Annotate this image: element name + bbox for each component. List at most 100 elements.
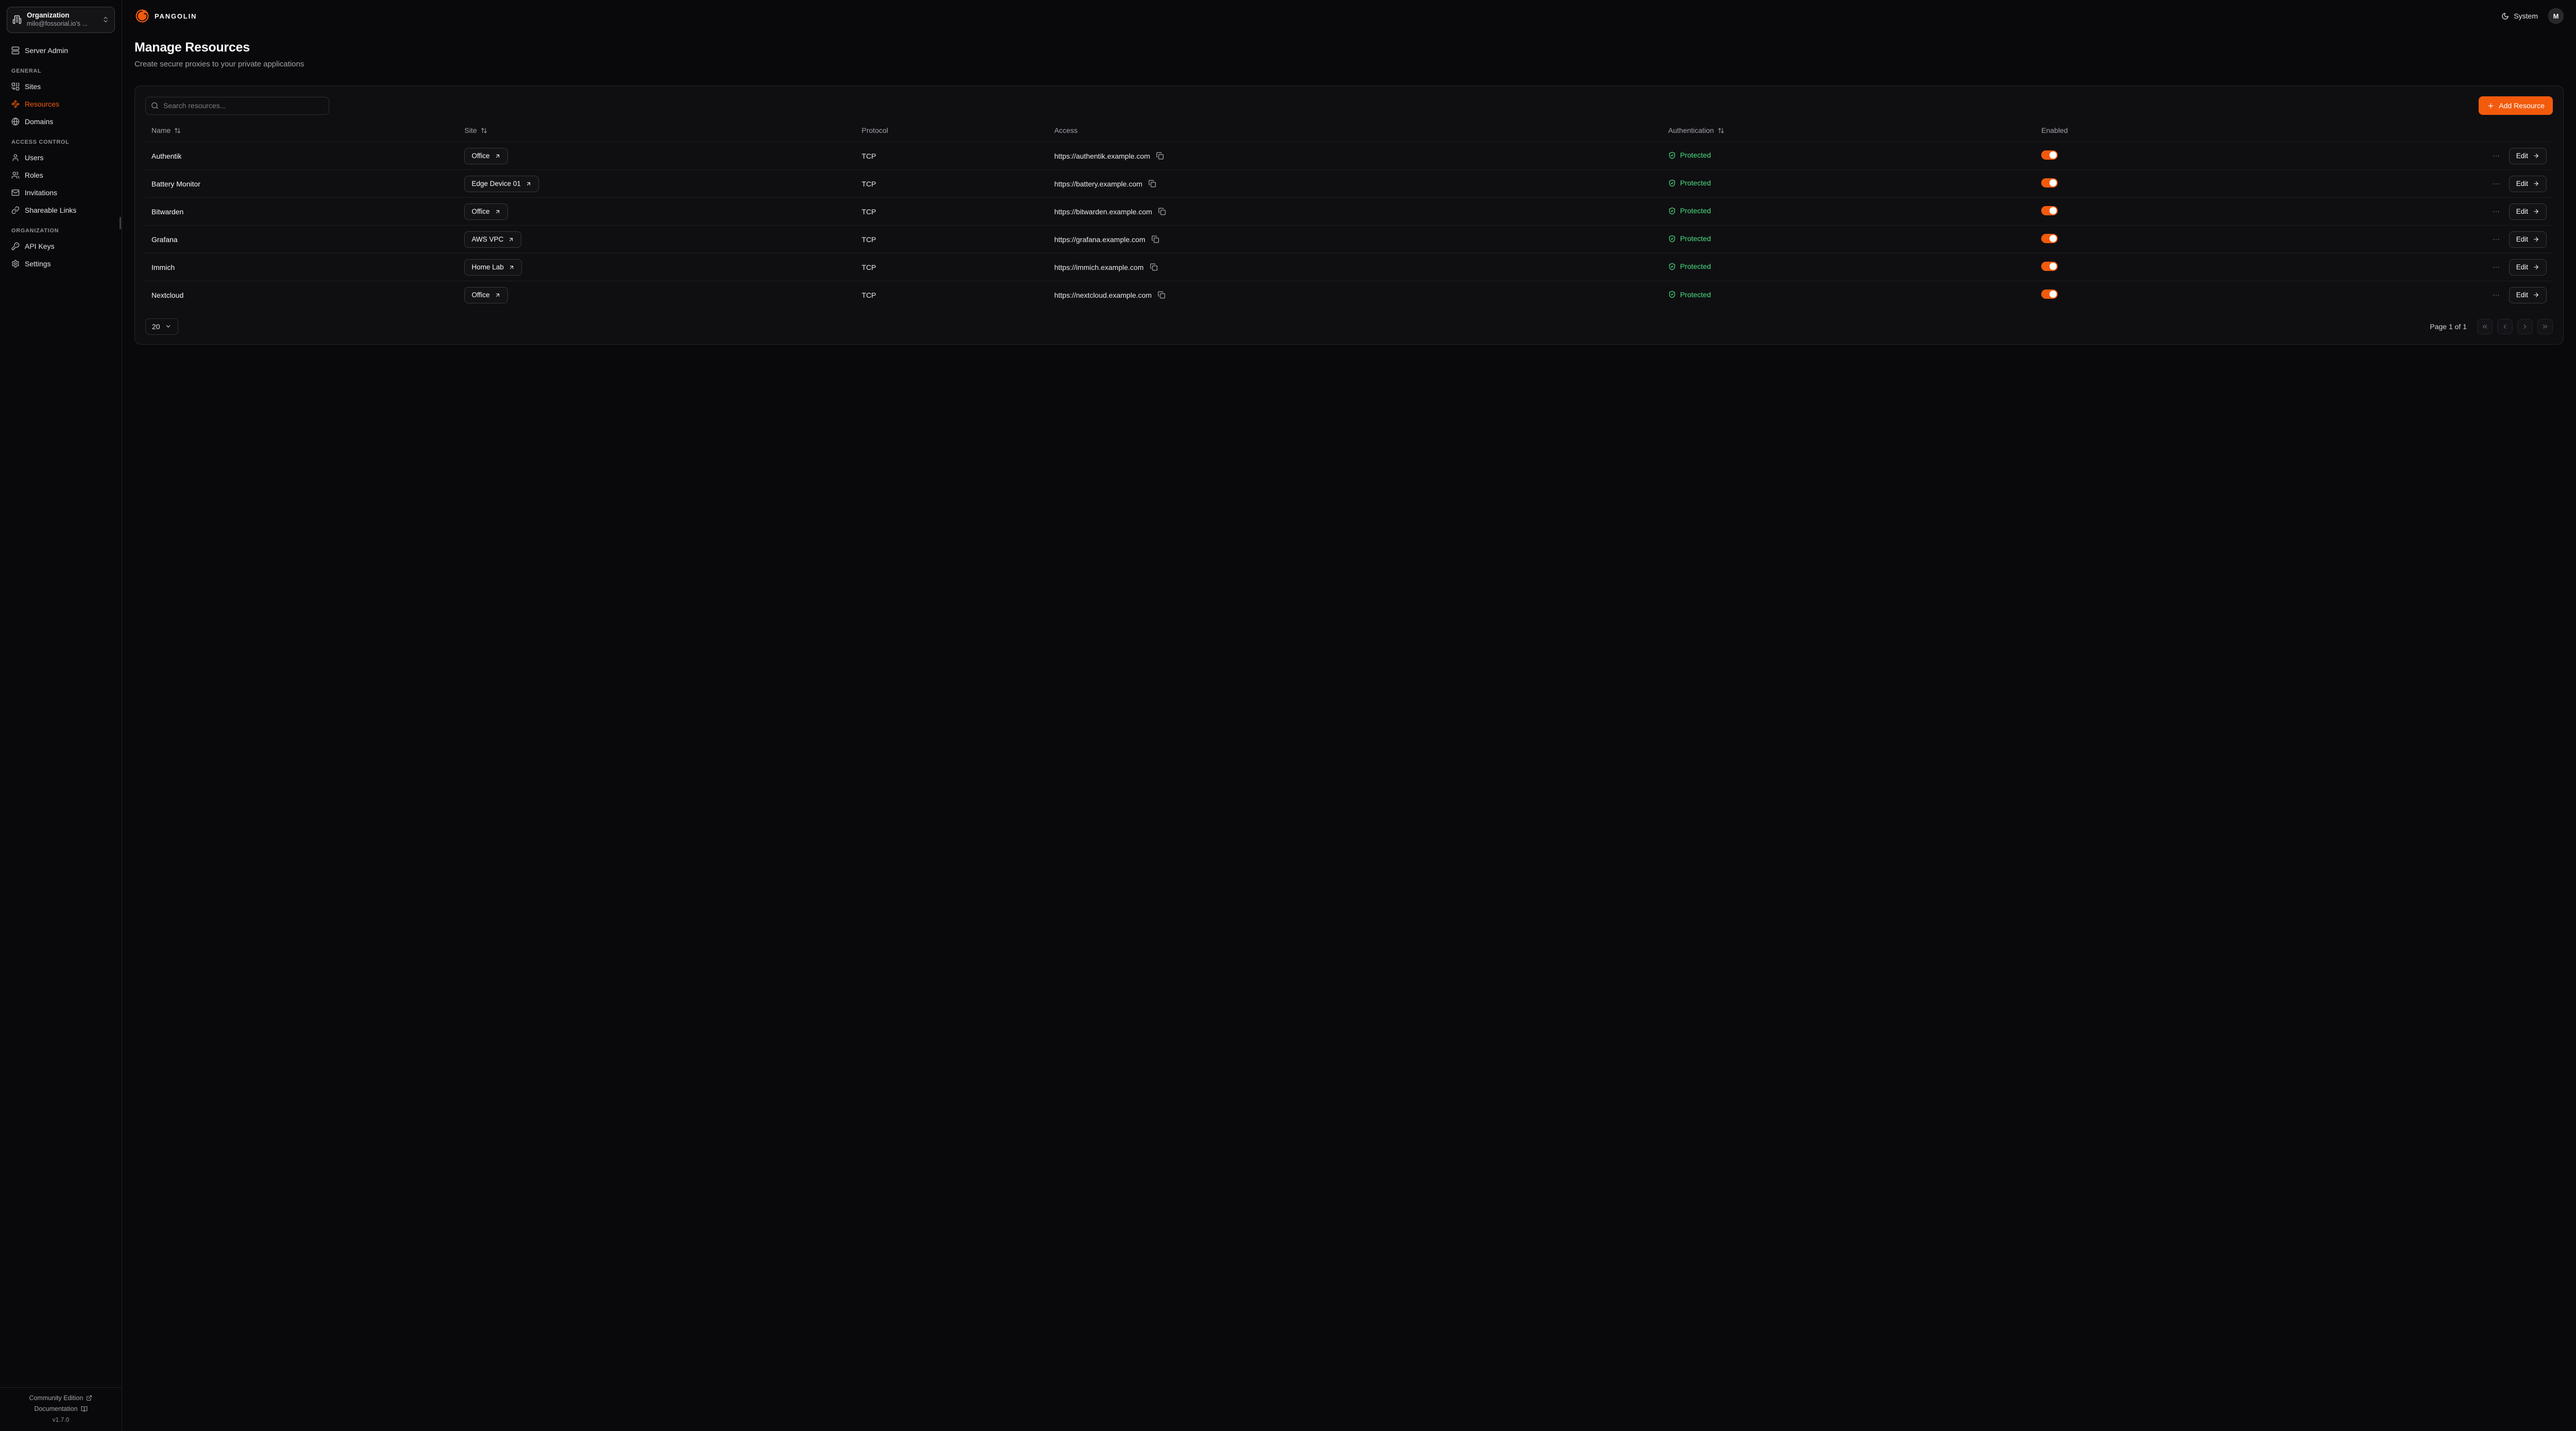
sidebar-item-settings[interactable]: Settings: [7, 255, 115, 272]
ellipsis-icon: [2492, 263, 2500, 271]
next-page-button[interactable]: [2517, 319, 2533, 334]
row-menu-button[interactable]: [2491, 261, 2501, 274]
row-menu-button[interactable]: [2491, 233, 2501, 246]
first-page-button[interactable]: [2477, 319, 2493, 334]
col-authentication: Authentication: [1662, 121, 2035, 142]
page-info: Page 1 of 1: [2430, 322, 2467, 331]
sort-by-name-button[interactable]: Name: [151, 126, 181, 134]
sidebar-item-invitations[interactable]: Invitations: [7, 184, 115, 201]
site-name: Office: [471, 208, 489, 215]
sidebar-item-api-keys[interactable]: API Keys: [7, 238, 115, 254]
resource-protocol: TCP: [856, 198, 1048, 226]
resource-protocol: TCP: [856, 226, 1048, 253]
auth-status-badge: Protected: [1668, 179, 1711, 187]
enabled-toggle[interactable]: [2041, 262, 2058, 271]
edit-button[interactable]: Edit: [2509, 287, 2547, 303]
edit-button[interactable]: Edit: [2509, 203, 2547, 220]
site-link-button[interactable]: AWS VPC: [464, 231, 521, 248]
documentation-link[interactable]: Documentation: [34, 1405, 87, 1412]
last-page-button[interactable]: [2537, 319, 2553, 334]
sidebar-item-sites[interactable]: Sites: [7, 78, 115, 95]
ellipsis-icon: [2492, 235, 2500, 244]
copy-url-button[interactable]: [1150, 234, 1160, 244]
access-url: https://nextcloud.example.com: [1054, 291, 1151, 299]
row-menu-button[interactable]: [2491, 150, 2501, 162]
sort-by-site-button[interactable]: Site: [464, 126, 487, 134]
sidebar-item-shareable-links[interactable]: Shareable Links: [7, 202, 115, 218]
edit-button[interactable]: Edit: [2509, 176, 2547, 192]
enabled-toggle[interactable]: [2041, 234, 2058, 243]
site-link-button[interactable]: Office: [464, 203, 507, 220]
resource-protocol: TCP: [856, 170, 1048, 198]
copy-url-button[interactable]: [1157, 290, 1166, 300]
edit-label: Edit: [2516, 235, 2528, 243]
org-selector[interactable]: Organization milo@fossorial.io's ...: [7, 7, 115, 33]
auth-status-badge: Protected: [1668, 151, 1711, 159]
sidebar-item-domains[interactable]: Domains: [7, 113, 115, 130]
section-label-general: GENERAL: [11, 68, 110, 74]
page-size-select[interactable]: 20: [145, 318, 178, 335]
add-resource-button[interactable]: Add Resource: [2479, 96, 2553, 115]
org-label: Organization: [27, 11, 97, 20]
sidebar-item-roles[interactable]: Roles: [7, 167, 115, 183]
brand-home-link[interactable]: PANGOLIN: [134, 8, 197, 24]
copy-url-button[interactable]: [1149, 262, 1159, 272]
site-name: AWS VPC: [471, 235, 503, 243]
copy-url-button[interactable]: [1157, 207, 1167, 216]
version-label: v1.7.0: [53, 1416, 70, 1423]
sidebar-item-users[interactable]: Users: [7, 149, 115, 166]
shield-check-icon: [1668, 263, 1676, 270]
theme-toggle-button[interactable]: System: [2501, 12, 2538, 20]
site-link-button[interactable]: Office: [464, 287, 507, 303]
sort-by-authentication-button[interactable]: Authentication: [1668, 126, 1724, 134]
auth-status-badge: Protected: [1668, 234, 1711, 243]
site-link-button[interactable]: Edge Device 01: [464, 176, 538, 192]
sidebar-item-label: Resources: [25, 100, 59, 108]
brand-name: PANGOLIN: [155, 12, 197, 20]
sidebar-item-label: Domains: [25, 117, 53, 126]
arrow-right-icon: [2533, 208, 2539, 215]
section-label-organization: ORGANIZATION: [11, 228, 110, 234]
edit-button[interactable]: Edit: [2509, 259, 2547, 276]
edit-button[interactable]: Edit: [2509, 231, 2547, 248]
sidebar-scrollbar-thumb[interactable]: [120, 217, 121, 229]
moon-icon: [2501, 12, 2509, 20]
key-icon: [11, 242, 20, 250]
community-edition-link[interactable]: Community Edition: [29, 1394, 93, 1402]
access-url: https://authentik.example.com: [1054, 152, 1150, 160]
enabled-toggle[interactable]: [2041, 289, 2058, 299]
sidebar-item-label: Server Admin: [25, 46, 68, 55]
auth-status-label: Protected: [1680, 234, 1711, 243]
avatar[interactable]: M: [2548, 8, 2564, 24]
auth-status-label: Protected: [1680, 179, 1711, 187]
sidebar-item-server-admin[interactable]: Server Admin: [7, 42, 115, 59]
access-url: https://battery.example.com: [1054, 180, 1142, 188]
sidebar-item-resources[interactable]: Resources: [7, 96, 115, 112]
copy-url-button[interactable]: [1147, 179, 1157, 189]
copy-icon: [1150, 263, 1158, 271]
row-menu-button[interactable]: [2491, 206, 2501, 218]
row-menu-button[interactable]: [2491, 178, 2501, 190]
search-input[interactable]: [145, 97, 329, 115]
table-footer: 20 Page 1 of 1: [145, 309, 2553, 335]
row-menu-button[interactable]: [2491, 289, 2501, 301]
previous-page-button[interactable]: [2497, 319, 2513, 334]
chevron-down-icon: [165, 323, 172, 330]
edit-button[interactable]: Edit: [2509, 148, 2547, 164]
enabled-toggle[interactable]: [2041, 206, 2058, 215]
plus-icon: [2487, 102, 2495, 110]
arrow-up-right-icon: [495, 153, 501, 159]
copy-url-button[interactable]: [1155, 151, 1165, 161]
resource-name: Immich: [145, 253, 458, 281]
site-link-button[interactable]: Office: [464, 148, 507, 164]
sidebar-item-label: Users: [25, 154, 44, 162]
waypoints-icon: [11, 100, 20, 108]
enabled-toggle[interactable]: [2041, 150, 2058, 160]
site-name: Edge Device 01: [471, 180, 520, 188]
gear-icon: [11, 260, 20, 268]
auth-status-label: Protected: [1680, 207, 1711, 215]
site-link-button[interactable]: Home Lab: [464, 259, 521, 276]
enabled-toggle[interactable]: [2041, 178, 2058, 188]
table-header-row: Name Site Protocol Access: [145, 121, 2553, 142]
external-link-icon: [86, 1395, 92, 1401]
